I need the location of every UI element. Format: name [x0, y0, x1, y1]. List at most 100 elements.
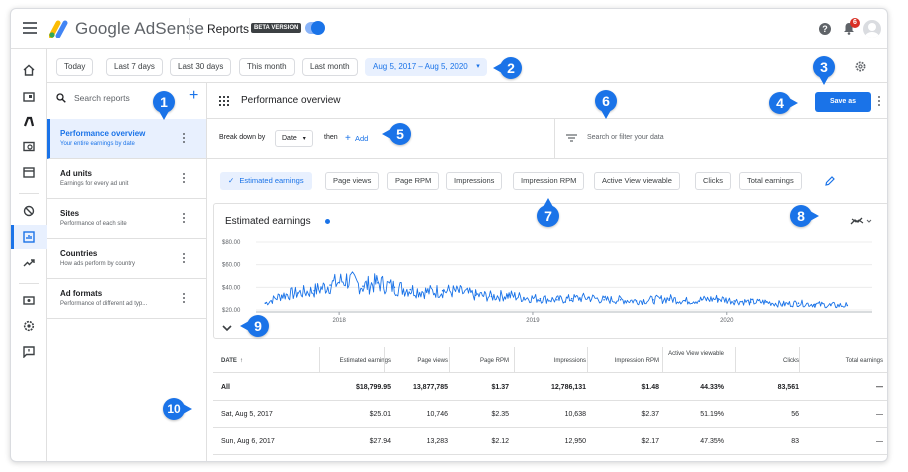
table-cell: 10,638	[564, 411, 586, 418]
rail-divider	[19, 283, 39, 284]
filter-box[interactable]: Search or filter your data	[554, 119, 887, 159]
report-item-performance-overview[interactable]: Performance overview Your entire earning…	[47, 119, 206, 159]
metric-chip-total-earnings[interactable]: Total earnings	[739, 172, 802, 190]
date-preset-today[interactable]: Today	[56, 58, 94, 76]
series-line-trace	[264, 271, 848, 309]
rail-item-auto-ads[interactable]	[23, 116, 35, 128]
column-header-impression-rpm[interactable]: Impression RPM	[591, 357, 659, 365]
date-preset-last-month[interactable]: Last month	[302, 58, 358, 76]
help-icon[interactable]: ?	[819, 23, 831, 35]
table-cell: Sat, Aug 5, 2017	[221, 411, 273, 418]
table-cell: 83	[791, 438, 799, 445]
series-data-point	[619, 299, 622, 301]
beta-toggle[interactable]	[305, 21, 325, 35]
table-cell: —	[876, 411, 883, 418]
rail-item-feedback[interactable]	[23, 346, 35, 358]
menu-icon[interactable]	[23, 22, 37, 34]
column-header-clicks[interactable]: Clicks	[739, 357, 799, 365]
report-item-ad-formats[interactable]: Ad formats Performance of different ad t…	[47, 279, 206, 319]
breakdown-dimension-value: Date	[282, 135, 297, 142]
series-data-point	[345, 278, 348, 281]
metric-chip-clicks[interactable]: Clicks	[695, 172, 731, 190]
column-header-active-view-viewable[interactable]: Active View viewable	[666, 350, 724, 358]
column-header-label: Active View viewable	[668, 351, 724, 357]
rail-item-reports[interactable]	[23, 231, 35, 243]
table-cell: 12,950	[564, 438, 586, 445]
callout-5: 5	[382, 123, 411, 145]
column-header-date[interactable]: DATE ↑	[221, 357, 311, 365]
more-vert-icon[interactable]	[183, 253, 186, 265]
rail-item-blocking-controls[interactable]	[23, 205, 35, 217]
series-data-point	[377, 282, 379, 284]
series-data-point	[814, 303, 816, 306]
report-item-subtitle: Performance of each site	[60, 221, 127, 227]
report-item-ad-units[interactable]: Ad units Earnings for every ad unit	[47, 159, 206, 199]
series-data-point	[362, 285, 364, 287]
callout-10: 10	[163, 398, 192, 420]
callout-6: 6	[595, 90, 617, 119]
gear-icon[interactable]	[855, 61, 866, 72]
table-cell: 47.35%	[700, 438, 724, 445]
series-data-point	[716, 297, 719, 300]
search-reports-input[interactable]: Search reports	[74, 93, 130, 103]
rail-item-calendar[interactable]	[23, 166, 35, 178]
series-color-dot	[325, 219, 330, 224]
column-header-estimated-earnings[interactable]: Estimated earnings	[323, 357, 391, 365]
edit-metrics-pencil-icon[interactable]	[825, 176, 835, 186]
metric-chip-active-view-viewable[interactable]: Active View viewable	[594, 172, 680, 190]
date-preset-this-month[interactable]: This month	[239, 58, 295, 76]
report-main: Performance overview Save as Break down …	[207, 83, 887, 461]
report-item-countries[interactable]: Countries How ads perform by country	[47, 239, 206, 279]
rail-item-account[interactable]	[23, 320, 35, 332]
chevron-down-icon: ▾	[302, 136, 306, 142]
rail-item-optimization[interactable]	[23, 257, 35, 269]
metric-chip-page-views[interactable]: Page views	[325, 172, 380, 190]
more-vert-icon[interactable]	[183, 173, 186, 185]
block-icon	[23, 205, 35, 217]
table-cell: —	[876, 438, 883, 445]
column-header-page-rpm[interactable]: Page RPM	[453, 357, 509, 365]
filter-input[interactable]: Search or filter your data	[587, 134, 664, 141]
column-header-page-views[interactable]: Page views	[388, 357, 448, 365]
column-header-impressions[interactable]: Impressions	[518, 357, 586, 365]
save-as-button[interactable]: Save as	[815, 92, 871, 112]
more-vert-icon[interactable]	[183, 213, 186, 225]
column-header-total-earnings[interactable]: Total earnings	[803, 357, 883, 365]
metric-chip-page-rpm[interactable]: Page RPM	[387, 172, 440, 190]
account-avatar[interactable]	[863, 20, 881, 38]
rail-item-sites[interactable]	[23, 141, 35, 153]
rail-item-payments[interactable]	[23, 294, 35, 306]
rail-item-ads[interactable]	[23, 91, 35, 103]
date-preset-last-7-days[interactable]: Last 7 days	[106, 58, 163, 76]
adsense-logo[interactable]: Google AdSense	[49, 19, 204, 39]
sites-icon	[23, 141, 35, 152]
table-cell: 56	[791, 411, 799, 418]
rail-item-home[interactable]	[23, 64, 35, 76]
more-vert-icon[interactable]	[183, 293, 186, 305]
report-item-subtitle: Your entire earnings by date	[60, 141, 135, 147]
table-cell: $18,799.95	[355, 384, 391, 391]
more-vert-icon[interactable]	[878, 96, 881, 108]
adsense-window: Google AdSense Reports BETA VERSION ? 6	[10, 8, 888, 462]
column-divider	[662, 347, 663, 373]
breakdown-dimension-select[interactable]: Date ▾	[275, 130, 313, 147]
metric-chip-impression-rpm[interactable]: Impression RPM	[513, 172, 585, 190]
chart-type-selector-icon[interactable]	[850, 216, 872, 226]
y-tick-label: $60.00	[222, 263, 241, 269]
x-tick-label: 2020	[720, 318, 734, 324]
add-dimension-button[interactable]: + Add	[345, 133, 368, 144]
table-row: Sun, Aug 6, 2017 $27.94 13,283 $2.12 12,950 $…	[213, 428, 887, 455]
report-item-sites[interactable]: Sites Performance of each site	[47, 199, 206, 239]
report-search[interactable]: Search reports +	[47, 83, 207, 113]
add-report-icon[interactable]: +	[189, 88, 198, 104]
date-range-selector[interactable]: Aug 5, 2017 – Aug 5, 2020 ▾	[365, 58, 487, 76]
metric-chip-impressions[interactable]: Impressions	[446, 172, 503, 190]
metric-chip-estimated-earnings[interactable]: ✓ Estimated earnings	[220, 172, 312, 190]
column-divider	[514, 347, 515, 373]
divider	[189, 18, 190, 40]
expand-chevron-icon[interactable]	[222, 324, 232, 332]
table-cell: 13,283	[426, 438, 448, 445]
date-preset-last-30-days[interactable]: Last 30 days	[170, 58, 232, 76]
more-vert-icon[interactable]	[183, 133, 186, 145]
breakdown-bar: Break down by Date ▾ then + Add Search o…	[207, 119, 887, 159]
